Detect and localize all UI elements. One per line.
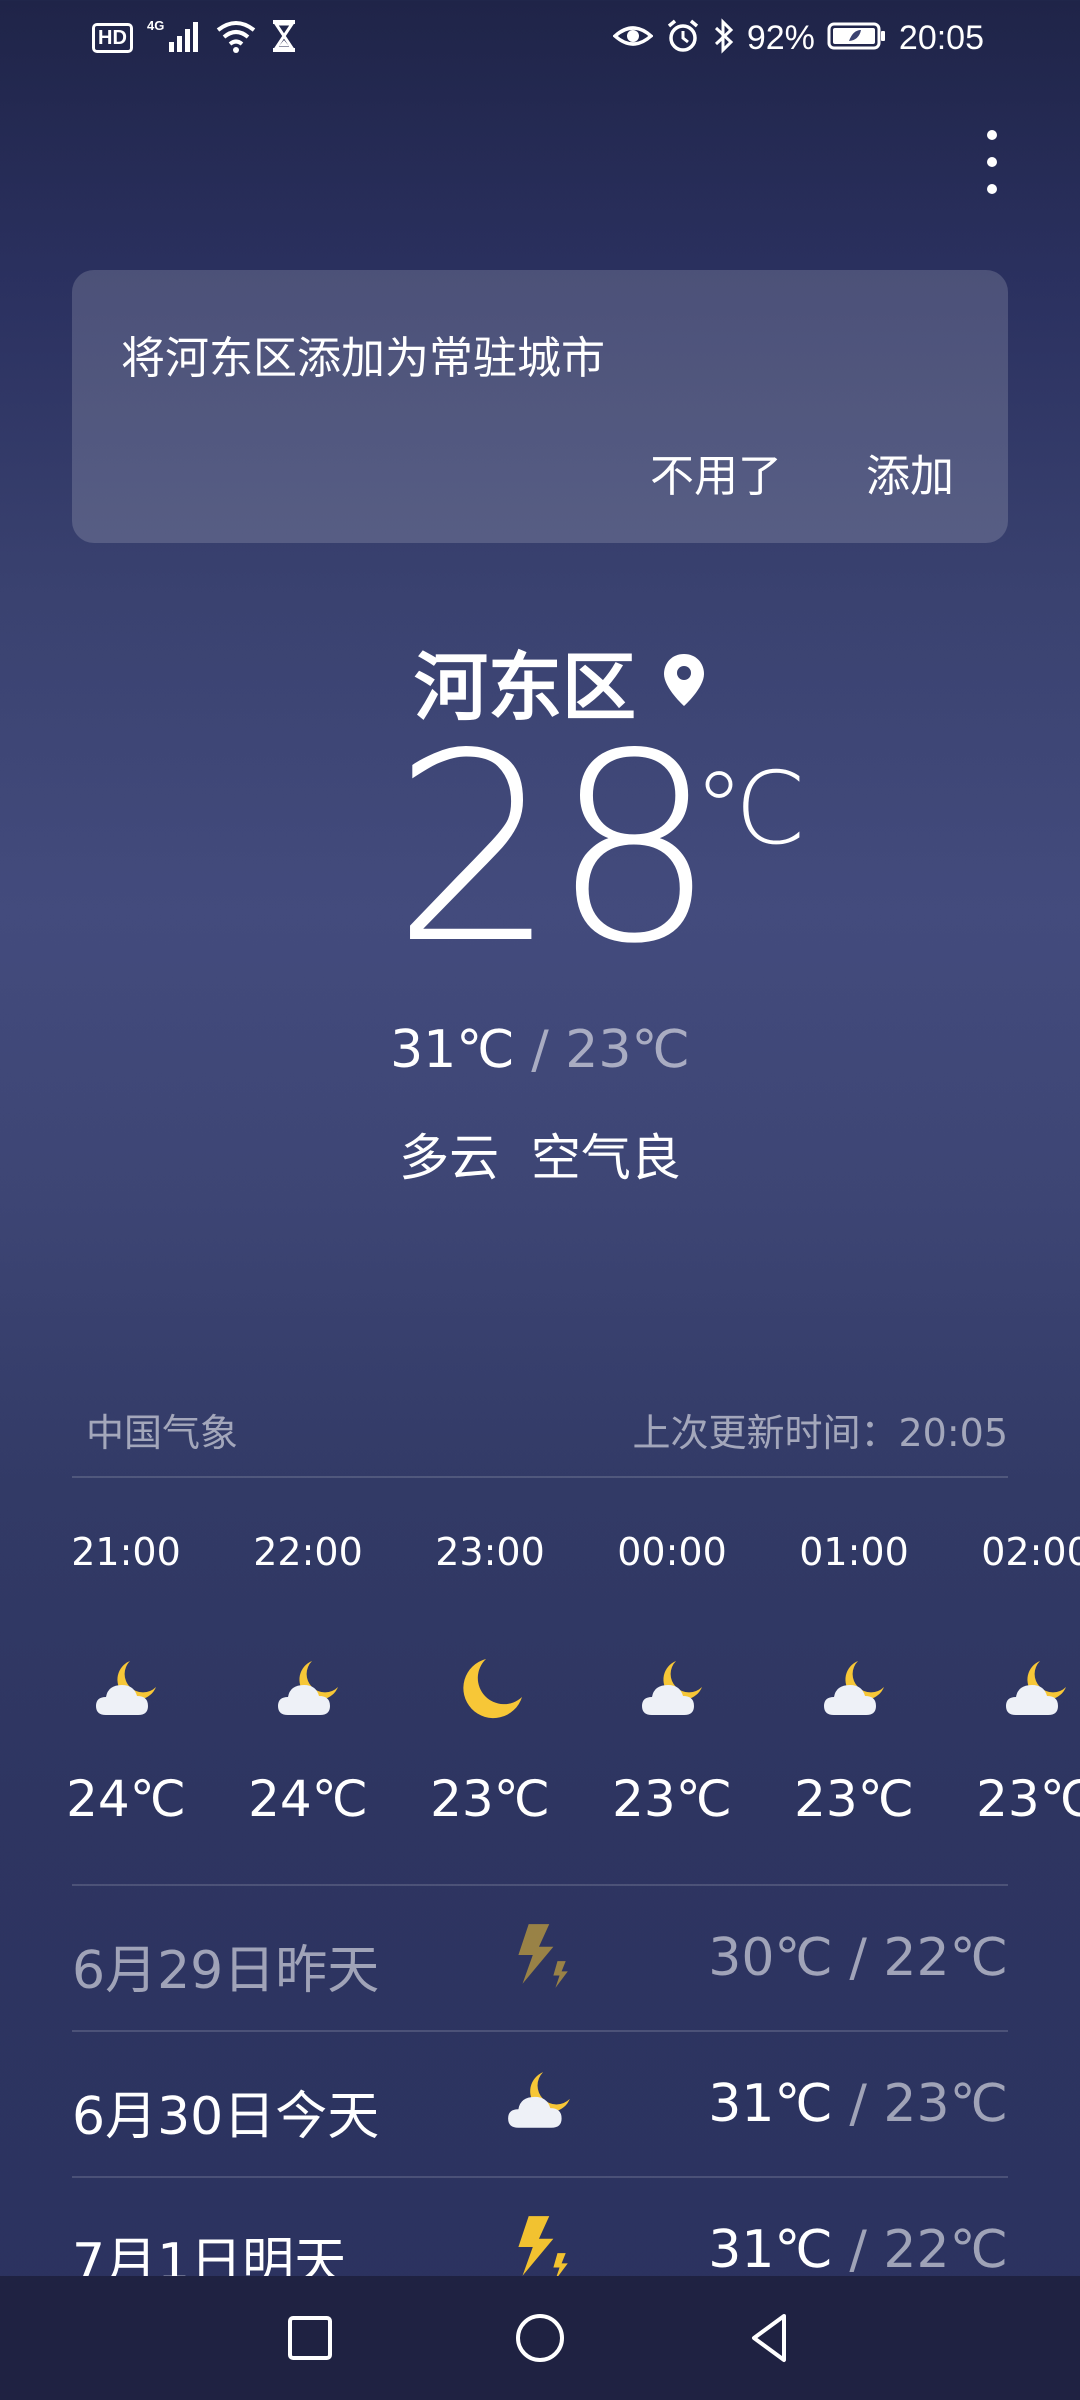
hour-temp: 24℃ — [66, 1770, 186, 1828]
add-button[interactable]: 添加 — [866, 440, 954, 504]
day-date: 6月29日昨天 — [72, 1941, 380, 2001]
thunder-icon — [504, 1920, 576, 1992]
daily-row-yesterday[interactable]: 6月29日昨天 30℃ / 22℃ — [72, 1886, 1008, 2031]
hour-time: 01:00 — [799, 1530, 909, 1574]
hourglass-icon — [271, 18, 297, 58]
range-separator: / — [832, 2220, 884, 2280]
hour-temp: 23℃ — [430, 1770, 550, 1828]
bluetooth-icon — [713, 18, 735, 58]
status-right: 92% 20:05 — [612, 18, 984, 58]
range-separator: / — [514, 1020, 566, 1080]
range-separator: / — [832, 2074, 884, 2134]
hourly-forecast[interactable]: 21:00 24℃ 22:00 24℃ 23:00 23℃ 00:00 23℃ … — [0, 1500, 1080, 1850]
day-low: 22℃ — [883, 1928, 1008, 1988]
add-city-prompt: 将河东区添加为常驻城市 — [121, 333, 605, 384]
temperature-unit: ℃ — [694, 750, 807, 867]
condition-text: 多云 — [399, 1129, 500, 1187]
hour-time: 02:00 — [981, 1530, 1080, 1574]
hour-time: 21:00 — [71, 1530, 181, 1574]
home-circle-icon[interactable] — [510, 2308, 570, 2368]
cloud-moon-icon — [820, 1655, 890, 1725]
battery-icon — [827, 20, 887, 56]
more-options-button[interactable] — [970, 130, 1014, 194]
today-high: 31℃ — [390, 1020, 515, 1080]
cloud-moon-icon — [504, 2066, 576, 2138]
data-source: 中国气象 — [86, 1411, 239, 1455]
status-bar: HD 4G 92% 20:05 — [0, 0, 1080, 80]
back-triangle-icon[interactable] — [740, 2308, 800, 2368]
today-range: 31℃ / 23℃ — [0, 1020, 1080, 1080]
more-dot-icon — [987, 184, 997, 194]
cloud-moon-icon — [274, 1655, 344, 1725]
daily-row-today[interactable]: 6月30日今天 31℃ / 23℃ — [72, 2032, 1008, 2177]
day-low: 22℃ — [883, 2220, 1008, 2280]
day-range: 31℃ / 22℃ — [708, 2220, 1008, 2280]
cloud-moon-icon — [1002, 1655, 1072, 1725]
moon-icon — [456, 1655, 526, 1725]
network-label: 4G — [147, 18, 164, 33]
wifi-icon — [215, 18, 257, 58]
add-city-card: 将河东区添加为常驻城市 不用了 添加 — [72, 270, 1008, 543]
hour-temp: 23℃ — [794, 1770, 914, 1828]
status-left: HD 4G — [92, 18, 297, 58]
day-high: 31℃ — [708, 2074, 833, 2134]
hour-time: 23:00 — [435, 1530, 545, 1574]
day-range: 31℃ / 23℃ — [708, 2074, 1008, 2134]
last-updated: 上次更新时间：20:05 — [632, 1411, 1008, 1455]
day-range: 30℃ / 22℃ — [708, 1928, 1008, 1988]
hour-temp: 24℃ — [248, 1770, 368, 1828]
day-high: 31℃ — [708, 2220, 833, 2280]
range-separator: / — [832, 1928, 884, 1988]
eye-icon — [612, 18, 654, 58]
hour-time: 00:00 — [617, 1530, 727, 1574]
recents-square-icon[interactable] — [280, 2308, 340, 2368]
cloud-moon-icon — [638, 1655, 708, 1725]
cloud-moon-icon — [92, 1655, 162, 1725]
hd-badge: HD — [92, 23, 133, 53]
divider — [72, 1476, 1008, 1478]
hour-time: 22:00 — [253, 1530, 363, 1574]
day-high: 30℃ — [708, 1928, 833, 1988]
hour-temp: 23℃ — [612, 1770, 732, 1828]
condition-row: 多云 空气良 — [0, 1118, 1080, 1190]
day-date: 6月30日今天 — [72, 2087, 380, 2147]
today-low: 23℃ — [565, 1020, 690, 1080]
alarm-icon — [665, 18, 701, 58]
more-dot-icon — [987, 130, 997, 140]
more-dot-icon — [987, 157, 997, 167]
signal-icon: 4G — [147, 18, 201, 58]
current-temperature: 28 — [392, 699, 717, 1001]
air-quality-text: 空气良 — [530, 1129, 681, 1187]
thunder-icon — [504, 2212, 576, 2284]
day-low: 23℃ — [883, 2074, 1008, 2134]
hour-temp: 23℃ — [976, 1770, 1080, 1828]
navigation-bar — [0, 2276, 1080, 2400]
clock: 20:05 — [898, 18, 984, 57]
dismiss-button[interactable]: 不用了 — [650, 440, 782, 504]
battery-percent: 92% — [746, 18, 815, 57]
